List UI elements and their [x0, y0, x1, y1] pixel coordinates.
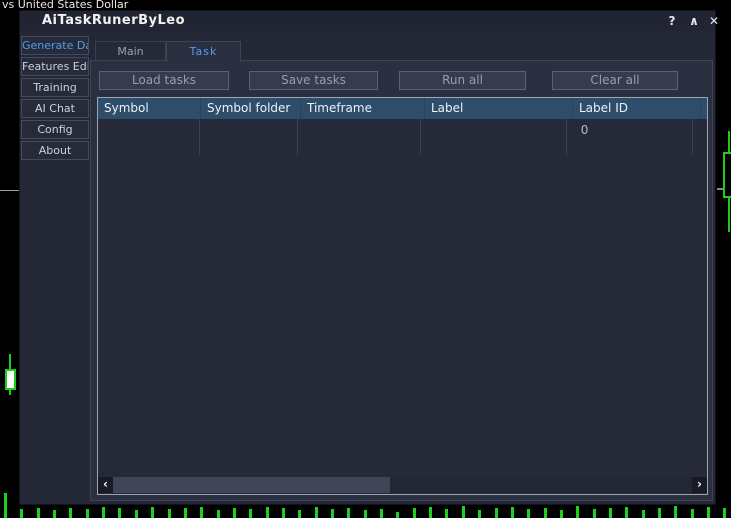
volume-bar: [331, 509, 334, 518]
tab-main[interactable]: Main: [95, 41, 166, 61]
volume-bar: [217, 510, 220, 518]
tasks-table: Symbol Symbol folder Timeframe Label Lab…: [97, 97, 708, 495]
volume-bar: [723, 508, 726, 518]
volume-bar: [37, 508, 40, 518]
volume-bar: [20, 509, 23, 518]
volume-bar: [249, 509, 252, 518]
volume-bar: [429, 507, 432, 518]
volume-bar: [298, 510, 301, 518]
volume-bar: [102, 507, 105, 518]
sidebar-item-training[interactable]: Training: [21, 78, 89, 97]
run-all-button[interactable]: Run all: [399, 71, 526, 90]
sidebar-item-config[interactable]: Config: [21, 120, 89, 139]
volume-bar: [200, 507, 203, 518]
volume-bar: [168, 509, 171, 518]
sidebar-item-features-editor[interactable]: Features Editor: [21, 57, 89, 76]
load-tasks-button[interactable]: Load tasks: [99, 71, 229, 90]
volume-bar: [527, 509, 530, 518]
volume-bar: [364, 510, 367, 518]
scroll-left-icon[interactable]: ‹: [98, 477, 113, 493]
volume-bar: [593, 509, 596, 518]
volume-bar: [396, 512, 399, 518]
clear-all-button[interactable]: Clear all: [552, 71, 678, 90]
volume-bar: [413, 508, 416, 518]
column-header-timeframe[interactable]: Timeframe: [301, 98, 425, 119]
cell-label: [421, 119, 567, 155]
volume-bar: [625, 507, 628, 518]
volume-bar: [462, 506, 465, 518]
titlebar[interactable]: AiTaskRunerByLeo ? ∧ ✕: [20, 11, 715, 31]
candle-wick: [728, 198, 730, 232]
volume-bar: [135, 510, 138, 518]
task-tab-pane: Load tasks Save tasks Run all Clear all …: [90, 60, 713, 501]
tab-task[interactable]: Task: [166, 41, 241, 62]
help-icon[interactable]: ?: [664, 11, 680, 31]
volume-bar: [691, 509, 694, 518]
volume-bar: [118, 508, 121, 518]
volume-bar: [576, 506, 579, 518]
volume-bar: [282, 508, 285, 518]
volume-bar: [233, 508, 236, 518]
horizontal-scrollbar[interactable]: ‹ ›: [98, 477, 707, 493]
column-header-label[interactable]: Label: [425, 98, 573, 119]
cell-label-id: 0: [567, 119, 693, 155]
volume-bar: [315, 507, 318, 518]
table-header: Symbol Symbol folder Timeframe Label Lab…: [98, 98, 707, 119]
screen: vs United States Dollar AiTaskRunerByLeo…: [0, 0, 731, 518]
candle-wick: [728, 131, 730, 152]
volume-bar: [478, 510, 481, 518]
column-header-filler: [701, 98, 707, 119]
cell-timeframe: [298, 119, 420, 155]
volume-bar: [380, 509, 383, 518]
column-header-label-id[interactable]: Label ID: [573, 98, 701, 119]
sidebar-item-about[interactable]: About: [21, 141, 89, 160]
volume-bar: [69, 508, 72, 518]
volume-bar: [511, 507, 514, 518]
volume-bar: [609, 508, 612, 518]
column-header-symbol[interactable]: Symbol: [98, 98, 201, 119]
volume-bar: [86, 509, 89, 518]
close-icon[interactable]: ✕: [706, 11, 722, 31]
scrollbar-thumb[interactable]: [113, 477, 390, 493]
app-window: AiTaskRunerByLeo ? ∧ ✕ Generate Data Fea…: [20, 11, 715, 504]
cell-symbol: [98, 119, 200, 155]
save-tasks-button[interactable]: Save tasks: [249, 71, 378, 90]
candlestick: [723, 152, 731, 198]
volume-bar: [642, 510, 645, 518]
cell-filler: [693, 119, 707, 155]
minimize-icon[interactable]: ∧: [686, 11, 702, 31]
volume-bar: [4, 493, 7, 518]
scroll-right-icon[interactable]: ›: [692, 477, 707, 493]
table-row[interactable]: 0: [98, 119, 707, 155]
cell-symbol-folder: [200, 119, 299, 155]
volume-bar: [266, 507, 269, 518]
column-header-symbol-folder[interactable]: Symbol folder: [201, 98, 301, 119]
price-tick: [717, 188, 723, 190]
volume-bar: [53, 510, 56, 518]
volume-bar: [445, 509, 448, 518]
volume-bar: [495, 508, 498, 518]
volume-bar: [674, 506, 677, 518]
sidebar-item-generate-data[interactable]: Generate Data: [21, 36, 89, 55]
volume-bar: [560, 510, 563, 518]
volume-bar: [544, 508, 547, 518]
volume-bar: [707, 507, 710, 518]
volume-bar: [347, 508, 350, 518]
window-title: AiTaskRunerByLeo: [42, 11, 185, 31]
volume-bar: [184, 508, 187, 518]
volume-bar: [151, 507, 154, 518]
volume-bar: [658, 508, 661, 518]
sidebar-item-ai-chat[interactable]: AI Chat: [21, 99, 89, 118]
